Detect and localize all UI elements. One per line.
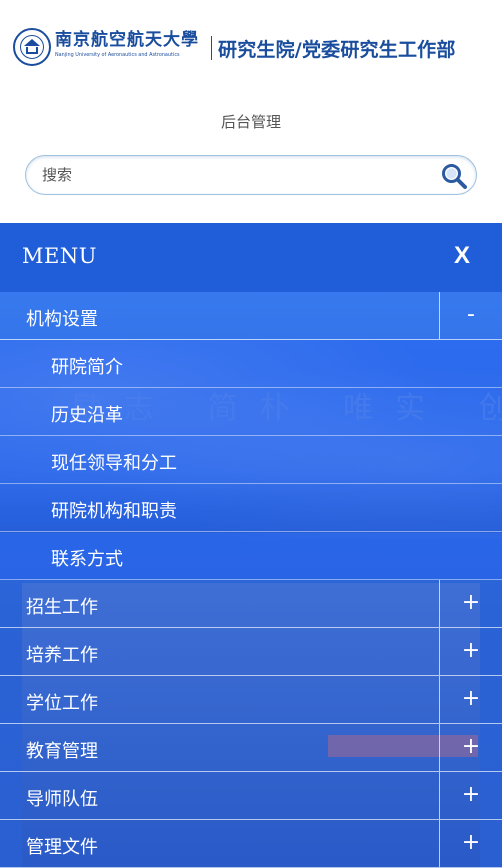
menu-item-zhaosheng[interactable]: 招生工作 +: [0, 580, 502, 628]
university-name-block: 南京航空航天大學 Nanjing University of Aeronauti…: [55, 28, 205, 59]
close-menu-button[interactable]: X: [454, 242, 470, 270]
collapse-toggle[interactable]: -: [439, 292, 502, 339]
page: 南京航空航天大學 Nanjing University of Aeronauti…: [0, 0, 502, 868]
submenu-item-contact[interactable]: 联系方式: [0, 532, 502, 580]
university-name-en: Nanjing University of Aeronautics and As…: [55, 52, 180, 58]
menu-item-xuewei[interactable]: 学位工作 +: [0, 676, 502, 724]
submenu-item-organization[interactable]: 研院机构和职责: [0, 484, 502, 532]
menu-header: MENU X: [0, 223, 502, 292]
submenu-item-label: 历史沿革: [51, 405, 123, 426]
admin-link[interactable]: 后台管理: [0, 112, 502, 132]
expand-toggle[interactable]: +: [439, 628, 502, 675]
university-name-cn: 南京航空航天大學: [55, 30, 199, 50]
menu-item-label: 管理文件: [26, 837, 98, 858]
expand-toggle[interactable]: +: [439, 772, 502, 819]
submenu-item-label: 现任领导和分工: [51, 453, 177, 474]
search-icon[interactable]: [440, 162, 468, 190]
department-name: 研究生院/党委研究生工作部: [218, 39, 456, 61]
menu-item-label: 机构设置: [26, 309, 98, 330]
menu-item-wenjian[interactable]: 管理文件 +: [0, 820, 502, 868]
menu-item-daoshi[interactable]: 导师队伍 +: [0, 772, 502, 820]
expand-toggle[interactable]: +: [439, 580, 502, 627]
menu-title: MENU: [22, 244, 97, 268]
submenu-item-label: 联系方式: [51, 549, 123, 570]
menu-item-peiyang[interactable]: 培养工作 +: [0, 628, 502, 676]
menu-item-label: 培养工作: [26, 645, 98, 666]
submenu-item-leadership[interactable]: 现任领导和分工: [0, 436, 502, 484]
university-seal-icon: [13, 28, 51, 66]
expand-toggle[interactable]: +: [439, 820, 502, 867]
site-logo[interactable]: 南京航空航天大學 Nanjing University of Aeronauti…: [13, 28, 456, 74]
submenu-item-label: 研院简介: [51, 357, 123, 378]
submenu-item-history[interactable]: 历史沿革: [0, 388, 502, 436]
menu-item-label: 学位工作: [26, 693, 98, 714]
site-header: 南京航空航天大學 Nanjing University of Aeronauti…: [0, 0, 502, 223]
submenu-item-yanyuan-intro[interactable]: 研院简介: [0, 340, 502, 388]
menu-item-jiaoyu[interactable]: 教育管理 +: [0, 724, 502, 772]
expand-toggle[interactable]: +: [439, 724, 502, 771]
menu-item-label: 导师队伍: [26, 789, 98, 810]
search-box: [25, 155, 477, 195]
search-input[interactable]: [40, 162, 420, 188]
logo-divider: [211, 36, 212, 60]
expand-toggle[interactable]: +: [439, 676, 502, 723]
menu-item-label: 招生工作: [26, 597, 98, 618]
nav-menu: 励志 简朴 唯实 创新 MENU X 机构设置 - 研院简介 历史沿革 现任领导…: [0, 223, 502, 868]
submenu-item-label: 研院机构和职责: [51, 501, 177, 522]
menu-item-jigou[interactable]: 机构设置 -: [0, 292, 502, 340]
menu-item-label: 教育管理: [26, 741, 98, 762]
